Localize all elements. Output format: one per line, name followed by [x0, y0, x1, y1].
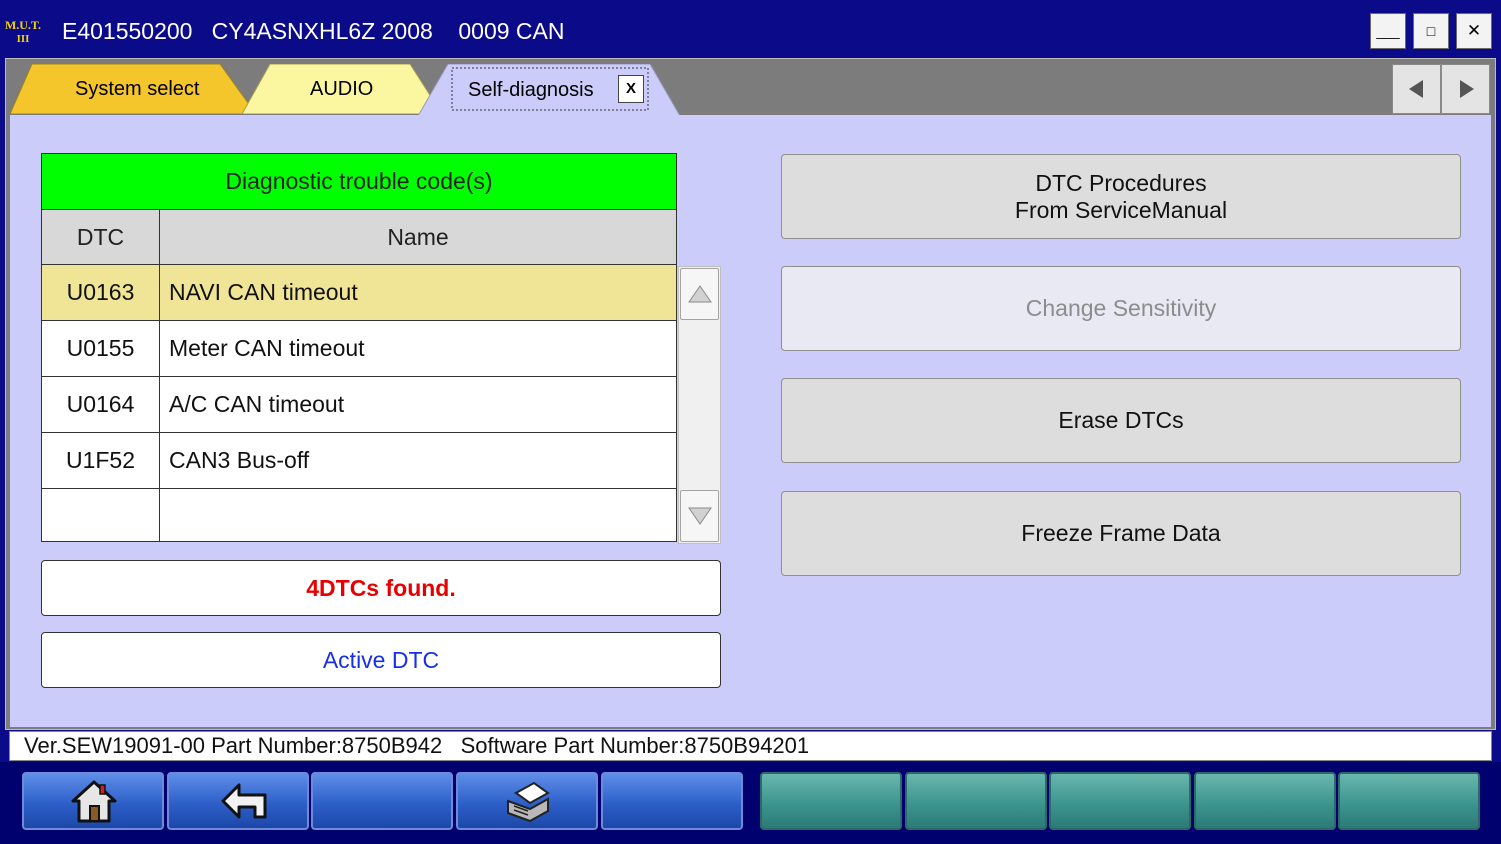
tab-scroll-left-button[interactable] [1392, 64, 1441, 114]
dtc-procedures-button[interactable]: DTC Procedures From ServiceManual [781, 154, 1461, 239]
table-row[interactable]: U1F52 CAN3 Bus-off [41, 432, 677, 489]
scroll-up-button[interactable] [680, 268, 719, 320]
bottom-toolbar [0, 762, 1501, 844]
tab-scroll-right-button[interactable] [1441, 64, 1490, 114]
content-panel: Diagnostic trouble code(s) DTC Name U016… [10, 115, 1491, 727]
erase-dtcs-button[interactable]: Erase DTCs [781, 378, 1461, 463]
table-scrollbar[interactable] [678, 266, 721, 544]
version-status-line: Ver.SEW19091-00 Part Number:8750B942 Sof… [9, 731, 1492, 761]
scroll-down-button[interactable] [680, 490, 719, 542]
dtc-table-title: Diagnostic trouble code(s) [41, 153, 677, 210]
dtc-name-cell: CAN3 Bus-off [159, 432, 677, 489]
change-sensitivity-button[interactable]: Change Sensitivity [781, 266, 1461, 351]
title-bar: M.U.T. III E401550200 CY4ASNXHL6Z 2008 0… [0, 0, 1501, 60]
tab-label: System select [75, 78, 200, 100]
back-button[interactable] [167, 772, 309, 830]
column-header-name: Name [159, 209, 677, 265]
window-title: E401550200 CY4ASNXHL6Z 2008 0009 CAN [62, 18, 565, 44]
dtc-procedures-line2: From ServiceManual [1014, 196, 1228, 223]
erase-dtcs-label: Erase DTCs [1058, 407, 1184, 433]
print-button[interactable] [456, 772, 598, 830]
minimize-button[interactable]: ___ [1370, 13, 1406, 49]
mut-iii-window: M.U.T. III E401550200 CY4ASNXHL6Z 2008 0… [0, 0, 1501, 844]
close-window-button[interactable]: ✕ [1456, 13, 1492, 49]
table-row[interactable]: U0155 Meter CAN timeout [41, 320, 677, 377]
dtc-procedures-line1: DTC Procedures [1035, 169, 1207, 196]
dtc-name-cell: Meter CAN timeout [159, 320, 677, 377]
tab-audio[interactable]: AUDIO [242, 64, 442, 114]
mut-logo: M.U.T. III [0, 14, 46, 54]
back-arrow-icon [221, 783, 267, 819]
toolbar-button-8[interactable] [1049, 772, 1191, 830]
toolbar-button-9[interactable] [1194, 772, 1336, 830]
toolbar-button-7[interactable] [905, 772, 1047, 830]
dtc-name-cell: A/C CAN timeout [159, 376, 677, 433]
dtc-code-cell: U0155 [41, 320, 160, 377]
change-sensitivity-label: Change Sensitivity [1025, 295, 1217, 321]
toolbar-button-10[interactable] [1338, 772, 1480, 830]
dtc-name-cell [159, 488, 677, 542]
main-frame: System select AUDIO Self-diagnosis X Dia… [5, 58, 1496, 730]
triangle-left-icon [1409, 80, 1423, 98]
toolbar-button-5[interactable] [601, 772, 743, 830]
column-header-dtc: DTC [41, 209, 160, 265]
toolbar-button-3[interactable] [311, 772, 453, 830]
home-button[interactable] [22, 772, 164, 830]
table-row[interactable]: U0163 NAVI CAN timeout [41, 264, 677, 321]
table-row[interactable]: U0164 A/C CAN timeout [41, 376, 677, 433]
dtc-count-status: 4DTCs found. [41, 560, 721, 616]
maximize-button[interactable]: □ [1413, 13, 1449, 49]
logo-line1: M.U.T. [4, 18, 42, 32]
home-icon [71, 780, 117, 823]
dtc-name-cell: NAVI CAN timeout [159, 264, 677, 321]
tab-label: AUDIO [310, 78, 374, 100]
active-dtc-button[interactable]: Active DTC [41, 632, 721, 688]
tab-close-button[interactable]: X [618, 75, 644, 103]
dtc-table: Diagnostic trouble code(s) DTC Name U016… [41, 153, 677, 542]
tab-strip: System select AUDIO Self-diagnosis X [6, 59, 1495, 116]
dtc-code-cell: U0163 [41, 264, 160, 321]
freeze-frame-data-button[interactable]: Freeze Frame Data [781, 491, 1461, 576]
logo-line2: III [16, 33, 30, 45]
tab-system-select[interactable]: System select [10, 64, 256, 114]
printer-icon [507, 781, 550, 823]
table-row[interactable] [41, 488, 677, 542]
toolbar-button-6[interactable] [760, 772, 902, 830]
freeze-frame-label: Freeze Frame Data [1021, 520, 1221, 546]
dtc-code-cell: U1F52 [41, 432, 160, 489]
dtc-code-cell [41, 488, 160, 542]
triangle-down-icon [688, 507, 712, 525]
tab-label: Self-diagnosis [468, 79, 594, 101]
triangle-up-icon [688, 285, 712, 303]
dtc-code-cell: U0164 [41, 376, 160, 433]
triangle-right-icon [1460, 80, 1474, 98]
